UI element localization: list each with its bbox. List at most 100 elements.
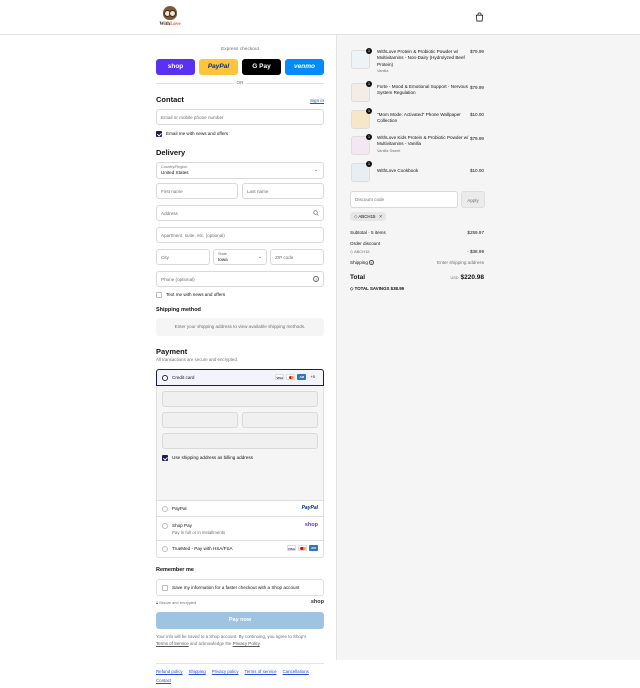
remember-me-title: Remember me <box>156 567 194 573</box>
product-thumbnail: 1 <box>351 161 372 182</box>
country-value: United States <box>161 169 189 175</box>
credit-card-option[interactable]: Credit card VISA AM +5 <box>156 369 324 386</box>
product-name: Forte - Mood & Emotional Support - Nervo… <box>377 84 468 96</box>
contact-link[interactable]: Contact <box>156 678 171 683</box>
discount-value: - $38.99 <box>467 249 484 254</box>
google-pay-button[interactable]: G Pay <box>242 59 281 75</box>
text-news-checkbox[interactable] <box>156 292 162 298</box>
express-checkout-title: Express checkout <box>221 47 259 52</box>
paypal-option[interactable]: PayPal PayPal <box>156 501 324 517</box>
total-savings: ◇ TOTAL SAVINGS $38.99 <box>350 286 405 291</box>
last-name-field[interactable]: Last name <box>242 183 324 199</box>
city-field[interactable]: City <box>156 249 210 265</box>
first-name-field[interactable]: First name <box>156 183 238 199</box>
shop-pay-button[interactable]: shop <box>156 59 195 75</box>
news-checkbox[interactable] <box>156 131 162 137</box>
apply-button[interactable]: Apply <box>461 191 485 208</box>
card-brands: VISA AM +5 <box>273 374 315 380</box>
venmo-button[interactable]: venmo <box>285 59 324 75</box>
close-icon[interactable]: ✕ <box>379 214 383 219</box>
secure-text: 🔒︎ Secure and encrypted <box>156 601 197 605</box>
security-code-field[interactable] <box>242 412 318 428</box>
billing-checkbox[interactable] <box>162 455 168 461</box>
product-name: "Mom Mode: Activated" Phone Wallpaper Co… <box>377 112 461 124</box>
subtotal-label: Subtotal · 5 items <box>350 230 386 235</box>
address-placeholder: Address <box>161 211 178 216</box>
expiry-field[interactable] <box>162 412 238 428</box>
discount-code-label: ◇ ABCH15 <box>350 249 370 254</box>
owl-logo-icon <box>163 6 177 20</box>
quantity-badge: 1 <box>366 161 372 167</box>
shipping-value: Enter shipping address <box>437 260 484 265</box>
product-thumbnail: 1 <box>351 134 372 155</box>
card-form: Use shipping address as billing address <box>156 386 324 501</box>
card-number-field[interactable] <box>162 391 318 407</box>
remember-checkbox[interactable] <box>162 585 168 591</box>
truemed-radio[interactable] <box>162 546 168 552</box>
product-price: $79.99 <box>469 85 484 90</box>
pay-now-button[interactable]: Pay now <box>156 612 324 629</box>
truemed-option[interactable]: TrueMed - Pay with HSA/FSA VISA AM <box>156 541 324 558</box>
shop-pay-option[interactable]: Shop Pay Pay in full or in installments … <box>156 517 324 541</box>
product-name: WithLove Kids Protein & Probiotic Powder… <box>377 135 469 153</box>
product-name: WithLove Protein & Probiotic Powder w/ M… <box>377 49 465 74</box>
search-icon <box>313 210 319 216</box>
quantity-badge: 1 <box>366 48 372 54</box>
text-news-label: Text me with news and offers <box>166 292 226 297</box>
name-on-card-field[interactable] <box>162 433 318 449</box>
shipping-link[interactable]: Shipping <box>189 669 206 674</box>
truemed-label: TrueMed - Pay with HSA/FSA <box>172 546 233 551</box>
shop-pay-radio[interactable] <box>162 523 168 529</box>
privacy-policy-link[interactable]: Privacy policy <box>212 669 239 674</box>
mastercard-icon <box>298 545 307 551</box>
shipping-method-title: Shipping method <box>156 307 201 313</box>
paypal-radio[interactable] <box>162 506 168 512</box>
country-select[interactable]: Country/Region United States ⌄ <box>156 162 324 179</box>
visa-icon: VISA <box>275 374 285 380</box>
product-price: $10.00 <box>469 168 484 173</box>
quantity-badge: 1 <box>366 81 372 87</box>
shopping-bag-icon[interactable] <box>475 12 484 22</box>
email-field[interactable]: Email or mobile phone number <box>156 109 324 125</box>
terms-of-service-link[interactable]: Terms of service <box>245 669 277 674</box>
product-variant: Vanilla <box>377 68 389 74</box>
currency-label: USD <box>450 276 459 280</box>
refund-policy-link[interactable]: Refund policy <box>156 669 183 674</box>
remember-label: Save my information for a faster checkou… <box>172 585 300 590</box>
order-summary: 1 WithLove Protein & Probiotic Powder w/… <box>336 35 640 660</box>
brand-name: WithLove <box>159 22 181 27</box>
privacy-link[interactable]: Privacy Policy <box>233 641 260 646</box>
discount-code-field[interactable]: Discount code <box>350 191 458 208</box>
remember-me-box[interactable]: Save my information for a faster checkou… <box>156 579 324 596</box>
header: WithLove <box>0 0 640 35</box>
state-select[interactable]: State Iowa ⌄ <box>213 249 267 265</box>
help-icon[interactable]: ? <box>313 275 319 282</box>
card-brands: VISA AM <box>285 545 318 552</box>
credit-card-radio[interactable] <box>162 375 168 381</box>
chevron-down-icon: ⌄ <box>257 254 262 260</box>
address-field[interactable]: Address <box>156 205 324 221</box>
shop-pay-subtitle: Pay in full or in installments <box>172 530 226 535</box>
sign-in-link[interactable]: Sign in <box>310 98 324 104</box>
phone-field[interactable]: Phone (optional) ? <box>156 271 324 287</box>
divider <box>156 83 234 84</box>
brand-logo[interactable]: WithLove <box>157 6 183 30</box>
footer-links: Refund policy Shipping Privacy policy Terms… <box>156 668 324 685</box>
tag-icon: ◇ <box>350 249 354 254</box>
amex-icon: AM <box>309 545 318 551</box>
order-discount-label: Order discount <box>350 241 381 246</box>
zip-field[interactable]: ZIP code <box>270 249 324 265</box>
total-value: USD $220.98 <box>450 274 484 281</box>
help-icon[interactable]: ? <box>369 260 374 265</box>
product-thumbnail: 1 <box>351 108 372 129</box>
total-label: Total <box>350 274 366 281</box>
shop-pay-label: Shop Pay <box>172 523 192 528</box>
billing-label: Use shipping address as billing address <box>172 455 253 460</box>
paypal-button[interactable]: PayPal <box>199 59 238 75</box>
terms-link[interactable]: Terms of Service <box>156 641 189 646</box>
product-name: WithLove Cookbook <box>377 168 419 173</box>
apartment-field[interactable]: Apartment, suite, etc. (optional) <box>156 227 324 243</box>
shop-logo-icon: shop <box>304 522 318 528</box>
or-divider: OR <box>236 80 244 85</box>
cancellations-link[interactable]: Cancellations <box>283 669 309 674</box>
